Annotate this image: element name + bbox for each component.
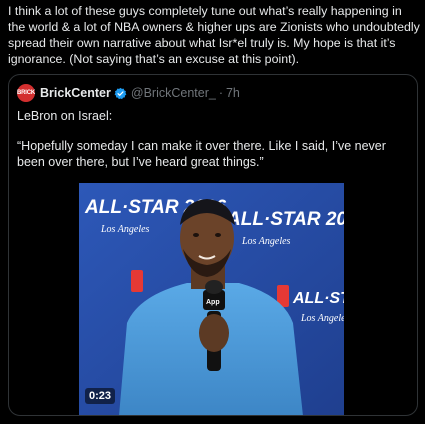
- speaker-eye-left: [193, 233, 199, 237]
- quoted-tweet-time[interactable]: 7h: [226, 86, 240, 100]
- video-player[interactable]: ALL·STAR 2026 Los Angeles ALL·STAR 2026 …: [79, 183, 344, 415]
- tweet-text: I think a lot of these guys completely t…: [8, 4, 420, 66]
- backdrop-subtext-lower: Los Angeles: [300, 313, 344, 324]
- backdrop-subtext-right: Los Angeles: [241, 236, 291, 247]
- backdrop-branding-right: ALL·STAR 2026: [226, 209, 344, 230]
- speaker-hand: [199, 314, 229, 352]
- microphone-head: [205, 280, 223, 294]
- backdrop-branding-lower: ALL·STAR: [292, 290, 344, 307]
- quoted-author-handle[interactable]: @BrickCenter_: [131, 86, 216, 100]
- video-frame: ALL·STAR 2026 Los Angeles ALL·STAR 2026 …: [79, 183, 344, 415]
- backdrop-subtext-left: Los Angeles: [100, 224, 150, 235]
- verified-badge-icon: [114, 87, 127, 99]
- microphone-label: App: [206, 299, 220, 306]
- quoted-author-name[interactable]: BrickCenter: [40, 86, 111, 100]
- separator-dot: ·: [218, 86, 223, 100]
- quoted-tweet-header: BRICK BrickCenter @BrickCenter_ · 7h: [17, 84, 240, 102]
- quoted-tweet-line-1: LeBron on Israel:: [17, 109, 113, 123]
- video-duration: 0:23: [85, 388, 116, 404]
- logo-mark-left: [131, 270, 143, 292]
- speaker-eye-right: [215, 233, 221, 237]
- avatar[interactable]: BRICK: [17, 84, 35, 102]
- quoted-tweet-line-2: “Hopefully someday I can make it over th…: [17, 139, 386, 169]
- quoted-tweet-card[interactable]: BRICK BrickCenter @BrickCenter_ · 7h LeB…: [8, 74, 418, 416]
